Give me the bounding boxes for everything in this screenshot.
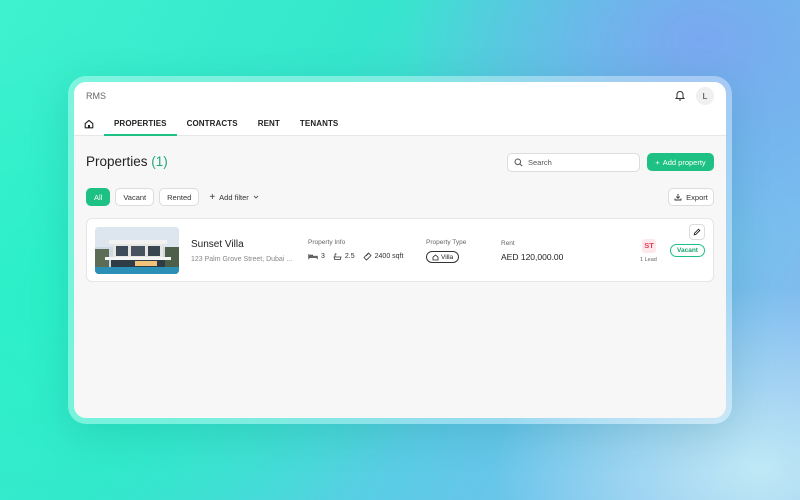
property-info-label: Property Info xyxy=(308,239,346,246)
search-input[interactable] xyxy=(528,158,628,167)
bell-icon[interactable] xyxy=(673,89,687,103)
app-logo[interactable]: RMS xyxy=(86,91,106,101)
main-nav: PROPERTIES CONTRACTS RENT TENANTS xyxy=(74,112,348,136)
home-tab[interactable] xyxy=(74,112,104,136)
tab-rent[interactable]: RENT xyxy=(248,112,290,136)
home-icon xyxy=(84,119,94,129)
bath-icon xyxy=(333,252,342,260)
edit-button[interactable] xyxy=(689,224,705,240)
rent-amount: AED 120,000.00 xyxy=(501,252,564,262)
chevron-down-icon xyxy=(253,195,259,199)
status-badge: Vacant xyxy=(670,244,705,257)
bed-icon xyxy=(308,254,318,260)
rent-label: Rent xyxy=(501,240,515,247)
export-icon xyxy=(674,194,682,201)
tab-contracts[interactable]: CONTRACTS xyxy=(177,112,248,136)
property-count: (1) xyxy=(151,154,168,169)
baths-count: 2.5 xyxy=(344,253,355,260)
filter-chip-rented[interactable]: Rented xyxy=(159,188,200,206)
plus-icon: + xyxy=(209,191,216,203)
beds-info: 3 xyxy=(308,253,325,260)
page-title-text: Properties xyxy=(86,154,148,169)
add-filter-label: Add filter xyxy=(219,192,249,202)
property-type-label: Property Type xyxy=(426,239,467,246)
property-type: Villa xyxy=(441,253,454,261)
property-info: 3 2.5 2400 sqft xyxy=(308,252,403,261)
search-box[interactable] xyxy=(507,153,640,172)
tab-properties[interactable]: PROPERTIES xyxy=(104,112,177,136)
lead-avatar[interactable]: ST xyxy=(642,239,656,253)
baths-info: 2.5 xyxy=(333,252,355,261)
property-address: 123 Palm Grove Street, Dubai ... xyxy=(191,256,293,263)
add-filter-button[interactable]: + Add filter xyxy=(209,191,259,203)
house-icon xyxy=(432,253,439,260)
page-title: Properties (1) xyxy=(86,154,168,169)
top-bar: RMS L PROPERTIES CONTRACTS RENT TENANTS xyxy=(74,82,726,136)
export-button[interactable]: Export xyxy=(668,188,714,206)
tab-tenants[interactable]: TENANTS xyxy=(290,112,348,136)
plus-icon: + xyxy=(655,157,660,167)
search-icon xyxy=(514,158,523,167)
filter-chip-vacant[interactable]: Vacant xyxy=(115,188,155,206)
property-type-badge: Villa xyxy=(426,251,460,263)
villa-image xyxy=(95,227,179,274)
pencil-icon xyxy=(693,228,701,236)
add-property-button[interactable]: + Add property xyxy=(647,153,714,171)
area-icon xyxy=(363,252,372,261)
app-window: RMS L PROPERTIES CONTRACTS RENT TENANTS … xyxy=(74,82,726,418)
beds-count: 3 xyxy=(321,253,325,260)
filter-chip-all[interactable]: All xyxy=(86,188,111,206)
add-property-label: Add property xyxy=(662,157,706,167)
lead-count[interactable]: 1 Lead xyxy=(640,257,657,263)
property-name[interactable]: Sunset Villa xyxy=(191,239,244,250)
filter-bar: All Vacant Rented + Add filter xyxy=(86,188,259,206)
area-value: 2400 sqft xyxy=(374,253,404,260)
export-label: Export xyxy=(686,192,708,202)
property-card[interactable]: Sunset Villa 123 Palm Grove Street, Duba… xyxy=(86,218,714,282)
property-thumbnail[interactable] xyxy=(95,227,179,274)
avatar[interactable]: L xyxy=(696,87,714,105)
area-info: 2400 sqft xyxy=(363,252,404,261)
